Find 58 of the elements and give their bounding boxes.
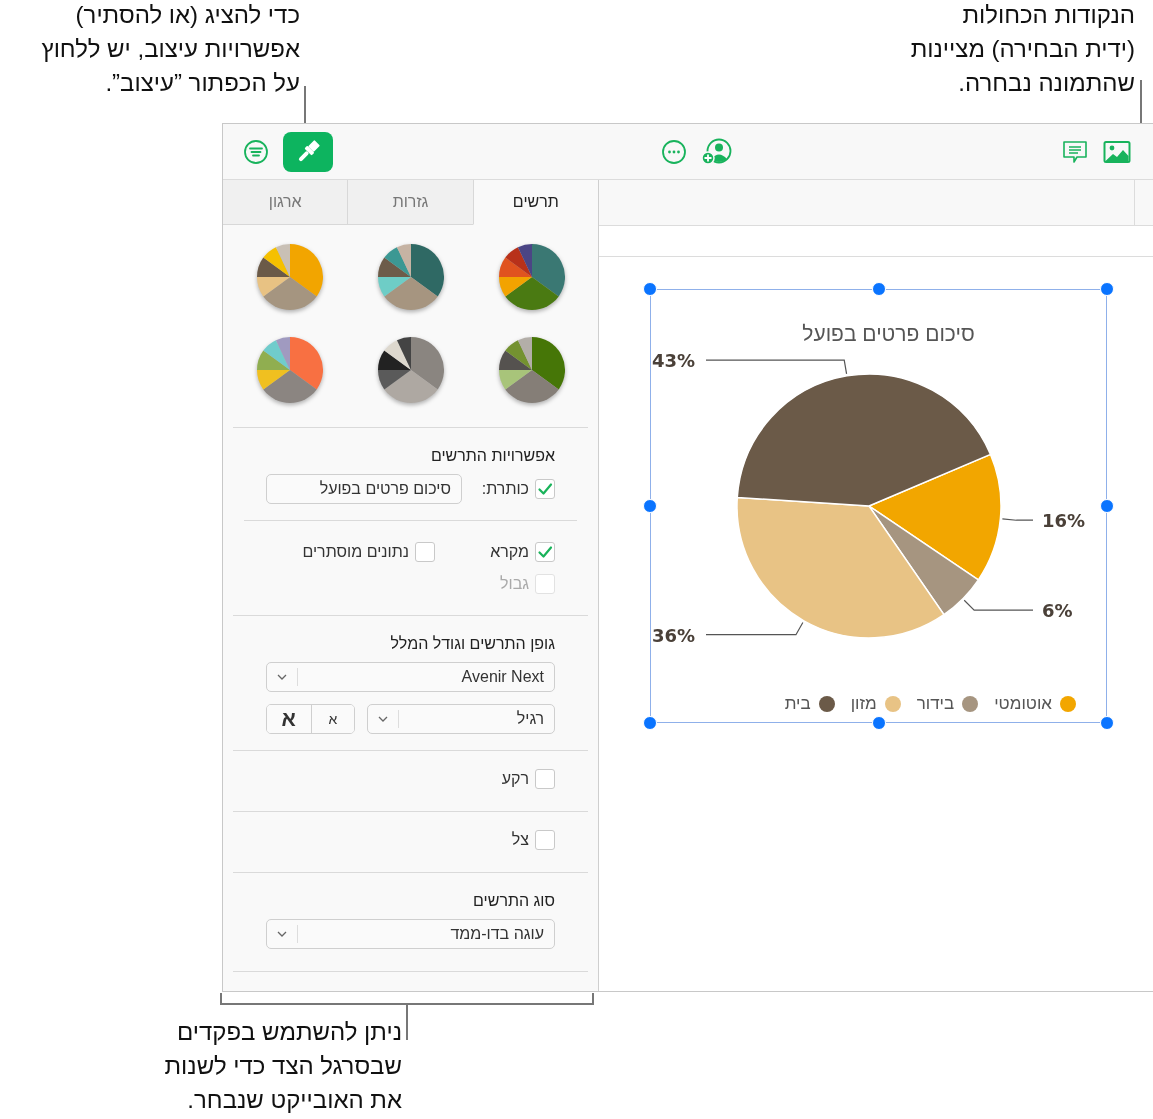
- legend-label: בית: [784, 694, 811, 714]
- section-heading: סוג התרשים: [472, 892, 555, 910]
- chart-type-dropdown[interactable]: עוגה בדו-ממד: [266, 919, 555, 949]
- checkbox-label: כותרת:: [481, 480, 529, 498]
- chart-style-swatch[interactable]: [256, 244, 323, 310]
- chart-style-swatch[interactable]: [498, 244, 565, 310]
- selection-handle[interactable]: [643, 716, 657, 730]
- filter-icon[interactable]: [243, 138, 269, 165]
- caret-icon: [277, 931, 287, 937]
- section-heading: אפשרויות התרשים: [429, 447, 555, 465]
- selection-handle[interactable]: [1100, 282, 1114, 296]
- selection-handle[interactable]: [871, 716, 886, 730]
- more-icon[interactable]: [661, 138, 687, 165]
- leader-line: [1001, 518, 1034, 521]
- selection-handle[interactable]: [1100, 499, 1114, 513]
- callout-text: ניתן להשתמש בפקדים שבסרגל הצד כדי לשנות את האובייקט שנבחר.: [163, 1017, 402, 1115]
- title-field[interactable]: סיכום פרטים בפועל: [266, 474, 462, 504]
- data-label: 36%: [652, 624, 696, 646]
- checkbox-label: צל: [511, 831, 529, 849]
- tab[interactable]: ארגון: [223, 180, 348, 225]
- checkbox[interactable]: [535, 830, 555, 850]
- checkbox-label: גבול: [500, 575, 529, 593]
- checkbox-label: מקרא: [490, 543, 529, 561]
- callout-text: כדי להציג (או להסתיר) אפשרויות עיצוב, יש ללחוץ על הכפתור ”עיצוב”.: [40, 0, 300, 98]
- chart-title: סיכום פרטים בפועל: [801, 322, 976, 346]
- tab[interactable]: גזרות: [347, 180, 473, 225]
- data-label: 16%: [1042, 510, 1086, 532]
- leader-line: [963, 599, 1034, 611]
- caret-icon: [378, 716, 389, 722]
- legend-label: אוטומטי: [994, 694, 1052, 714]
- chart-style-swatch[interactable]: [377, 337, 444, 403]
- checkbox[interactable]: [535, 479, 555, 499]
- selection-handle[interactable]: [871, 282, 886, 296]
- image-icon[interactable]: [1103, 139, 1131, 164]
- selection-handle[interactable]: [1100, 716, 1114, 730]
- checkbox[interactable]: [535, 542, 555, 562]
- checkbox-label: רקע: [501, 770, 529, 788]
- checkbox[interactable]: [415, 542, 435, 562]
- selection-handle[interactable]: [643, 499, 657, 513]
- section-heading: גופן התרשים וגודל המלל: [389, 635, 555, 653]
- checkbox-label: נתונים מוסתרים: [302, 543, 409, 561]
- format-button[interactable]: [283, 131, 333, 172]
- font-style-dropdown[interactable]: רגיל: [367, 704, 555, 734]
- decrease-size-button[interactable]: א: [310, 705, 355, 733]
- legend-label: בידור: [916, 694, 955, 714]
- comment-icon[interactable]: [1061, 138, 1089, 165]
- selection-handle[interactable]: [643, 282, 657, 296]
- data-label: 43%: [652, 350, 696, 372]
- data-label: 6%: [1042, 600, 1073, 622]
- font-dropdown[interactable]: Avenir Next: [266, 662, 555, 692]
- chart-style-swatch[interactable]: [377, 244, 444, 310]
- legend-label: מזון: [850, 694, 877, 714]
- chart-style-swatch[interactable]: [498, 337, 565, 403]
- callout-text: הנקודות הכחולות (ידית הבחירה) מציינות שהתמונה נבחרה.: [909, 0, 1135, 98]
- add-person-icon[interactable]: [701, 137, 733, 166]
- caret-icon: [277, 674, 287, 680]
- checkbox[interactable]: [535, 769, 555, 789]
- chart-style-swatch[interactable]: [256, 337, 323, 403]
